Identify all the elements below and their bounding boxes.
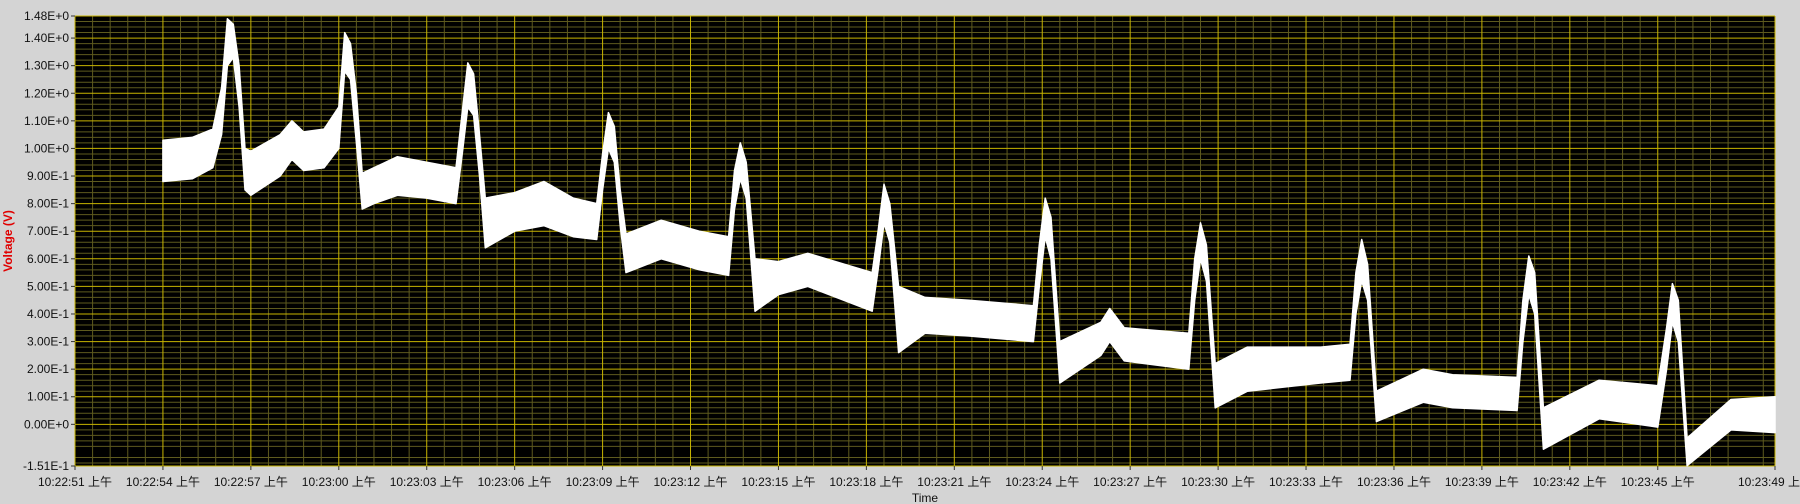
x-tick-label: 10:22:51 上午 bbox=[38, 475, 112, 489]
x-tick-label: 10:23:42 上午 bbox=[1533, 475, 1607, 489]
y-tick-label: 1.00E+0 bbox=[24, 141, 69, 155]
x-tick-label: 10:23:24 上午 bbox=[1005, 475, 1079, 489]
y-tick-label: 5.00E-1 bbox=[27, 279, 69, 293]
y-tick-label: 1.20E+0 bbox=[24, 86, 69, 100]
y-tick-label: 9.00E-1 bbox=[27, 169, 69, 183]
y-tick-label: -1.51E-1 bbox=[23, 459, 69, 473]
y-tick-label: 1.48E+0 bbox=[24, 9, 69, 23]
y-tick-label: 2.00E-1 bbox=[27, 362, 69, 376]
x-tick-label: 10:23:49 上午 bbox=[1738, 475, 1800, 489]
x-tick-label: 10:23:12 上午 bbox=[653, 475, 727, 489]
y-tick-label: 0.00E+0 bbox=[24, 417, 69, 431]
x-tick-label: 10:23:33 上午 bbox=[1269, 475, 1343, 489]
y-tick-label: 3.00E-1 bbox=[27, 335, 69, 349]
x-axis-label: Time bbox=[912, 491, 939, 504]
x-tick-label: 10:22:54 上午 bbox=[126, 475, 200, 489]
y-tick-label: 1.30E+0 bbox=[24, 59, 69, 73]
x-tick-label: 10:23:30 上午 bbox=[1181, 475, 1255, 489]
x-tick-label: 10:23:36 上午 bbox=[1357, 475, 1431, 489]
y-tick-label: 1.10E+0 bbox=[24, 114, 69, 128]
y-tick-label: 1.00E-1 bbox=[27, 390, 69, 404]
x-tick-label: 10:23:27 上午 bbox=[1093, 475, 1167, 489]
x-tick-label: 10:23:09 上午 bbox=[566, 475, 640, 489]
y-tick-label: 8.00E-1 bbox=[27, 197, 69, 211]
voltage-chart: 1.48E+0 1.40E+0 1.30E+0 1.20E+0 1.10E+0 1.00E… bbox=[0, 0, 1800, 504]
y-axis-label: Voltage (V) bbox=[1, 210, 15, 272]
plot-area bbox=[75, 16, 1775, 466]
y-tick-label: 6.00E-1 bbox=[27, 252, 69, 266]
x-tick-label: 10:23:21 上午 bbox=[917, 475, 991, 489]
x-tick-label: 10:23:03 上午 bbox=[390, 475, 464, 489]
x-tick-label: 10:23:39 上午 bbox=[1445, 475, 1519, 489]
chart-svg: 1.48E+0 1.40E+0 1.30E+0 1.20E+0 1.10E+0 1.00E… bbox=[0, 0, 1800, 504]
x-tick-label: 10:23:06 上午 bbox=[478, 475, 552, 489]
x-tick-label: 10:23:00 上午 bbox=[302, 475, 376, 489]
y-tick-label: 1.40E+0 bbox=[24, 31, 69, 45]
x-tick-label: 10:22:57 上午 bbox=[214, 475, 288, 489]
y-tick-label: 4.00E-1 bbox=[27, 307, 69, 321]
y-tick-label: 7.00E-1 bbox=[27, 224, 69, 238]
x-tick-label: 10:23:45 上午 bbox=[1621, 475, 1695, 489]
x-tick-label: 10:23:15 上午 bbox=[741, 475, 815, 489]
x-tick-label: 10:23:18 上午 bbox=[829, 475, 903, 489]
